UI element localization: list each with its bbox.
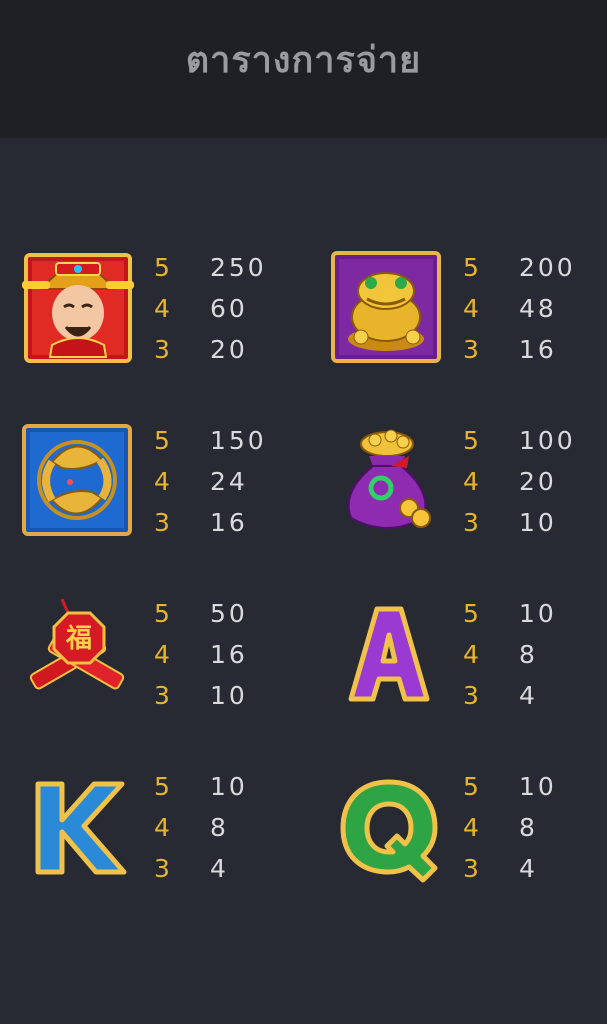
match-count: 4 [463, 294, 482, 323]
payout-value: 48 [519, 294, 557, 323]
match-count: 3 [154, 508, 173, 537]
payout-value: 4 [210, 854, 229, 883]
paytable-entry: 5 10 4 8 3 4 [331, 768, 607, 898]
paytable-entry: 福 5 50 4 16 3 10 [22, 595, 322, 725]
payout-row: 5 10 [463, 772, 607, 813]
payout-value: 10 [519, 772, 557, 801]
payout-value: 150 [210, 426, 267, 455]
page-title: ตารางการจ่าย [185, 39, 422, 81]
payout-value: 100 [519, 426, 576, 455]
payout-row: 3 20 [154, 335, 314, 376]
payout-row: 4 24 [154, 467, 314, 508]
match-count: 5 [154, 426, 173, 455]
match-count: 5 [154, 253, 173, 282]
letter-k-icon [22, 768, 142, 888]
payout-row: 5 50 [154, 599, 314, 640]
payout-row: 5 10 [154, 772, 314, 813]
payout-row: 3 10 [154, 681, 314, 722]
paytable-entry: 5 10 4 8 3 4 [22, 768, 322, 898]
match-count: 4 [463, 640, 482, 669]
payout-value: 10 [519, 508, 557, 537]
payout-value: 4 [519, 854, 538, 883]
money-bag-icon [331, 422, 451, 542]
payout-value: 10 [210, 772, 248, 801]
payout-row: 4 16 [154, 640, 314, 681]
paytable-entry: 5 200 4 48 3 16 [331, 249, 607, 379]
match-count: 4 [154, 813, 173, 842]
payout-row: 5 10 [463, 599, 607, 640]
match-count: 3 [154, 681, 173, 710]
match-count: 3 [154, 335, 173, 364]
payout-row: 5 150 [154, 426, 314, 467]
payout-row: 4 8 [463, 640, 607, 681]
paytable-entry: 5 150 4 24 3 16 [22, 422, 322, 552]
match-count: 5 [463, 772, 482, 801]
payout-row: 5 250 [154, 253, 314, 294]
match-count: 4 [463, 467, 482, 496]
payout-row: 4 8 [154, 813, 314, 854]
payout-row: 3 10 [463, 508, 607, 549]
payout-row: 3 4 [463, 854, 607, 895]
payout-value: 16 [210, 640, 248, 669]
payout-value: 4 [519, 681, 538, 710]
payout-value: 20 [210, 335, 248, 364]
payout-value: 10 [519, 599, 557, 628]
paytable-entry: 5 10 4 8 3 4 [331, 595, 607, 725]
match-count: 3 [463, 681, 482, 710]
paytable-entry: 5 100 4 20 3 10 [331, 422, 607, 552]
payout-row: 5 200 [463, 253, 607, 294]
paytable-entry: 5 250 4 60 3 20 [22, 249, 322, 379]
payout-value: 50 [210, 599, 248, 628]
payout-value: 16 [519, 335, 557, 364]
payout-value: 250 [210, 253, 267, 282]
match-count: 5 [154, 599, 173, 628]
letter-a-icon [331, 595, 451, 715]
payout-value: 20 [519, 467, 557, 496]
payout-row: 3 16 [154, 508, 314, 549]
match-count: 5 [463, 253, 482, 282]
payout-row: 3 16 [463, 335, 607, 376]
golden-toad-icon [331, 249, 451, 369]
payout-value: 8 [519, 813, 538, 842]
match-count: 3 [463, 508, 482, 537]
svg-text:福: 福 [65, 624, 92, 654]
match-count: 3 [463, 854, 482, 883]
payout-value: 200 [519, 253, 576, 282]
golden-koi-icon [22, 422, 142, 542]
god-of-wealth-icon [22, 249, 142, 369]
letter-q-icon [331, 768, 451, 888]
match-count: 4 [154, 294, 173, 323]
payout-value: 24 [210, 467, 248, 496]
payout-value: 16 [210, 508, 248, 537]
match-count: 3 [463, 335, 482, 364]
match-count: 5 [154, 772, 173, 801]
match-count: 3 [154, 854, 173, 883]
match-count: 5 [463, 599, 482, 628]
payout-row: 4 8 [463, 813, 607, 854]
payout-row: 4 20 [463, 467, 607, 508]
payout-row: 4 60 [154, 294, 314, 335]
match-count: 5 [463, 426, 482, 455]
match-count: 4 [154, 640, 173, 669]
payout-row: 5 100 [463, 426, 607, 467]
payout-value: 10 [210, 681, 248, 710]
payout-row: 3 4 [154, 854, 314, 895]
payout-value: 60 [210, 294, 248, 323]
payout-row: 4 48 [463, 294, 607, 335]
header-bar: ตารางการจ่าย [0, 0, 607, 138]
payout-value: 8 [519, 640, 538, 669]
match-count: 4 [463, 813, 482, 842]
payout-row: 3 4 [463, 681, 607, 722]
firecracker-icon: 福 [22, 595, 142, 715]
match-count: 4 [154, 467, 173, 496]
payout-value: 8 [210, 813, 229, 842]
